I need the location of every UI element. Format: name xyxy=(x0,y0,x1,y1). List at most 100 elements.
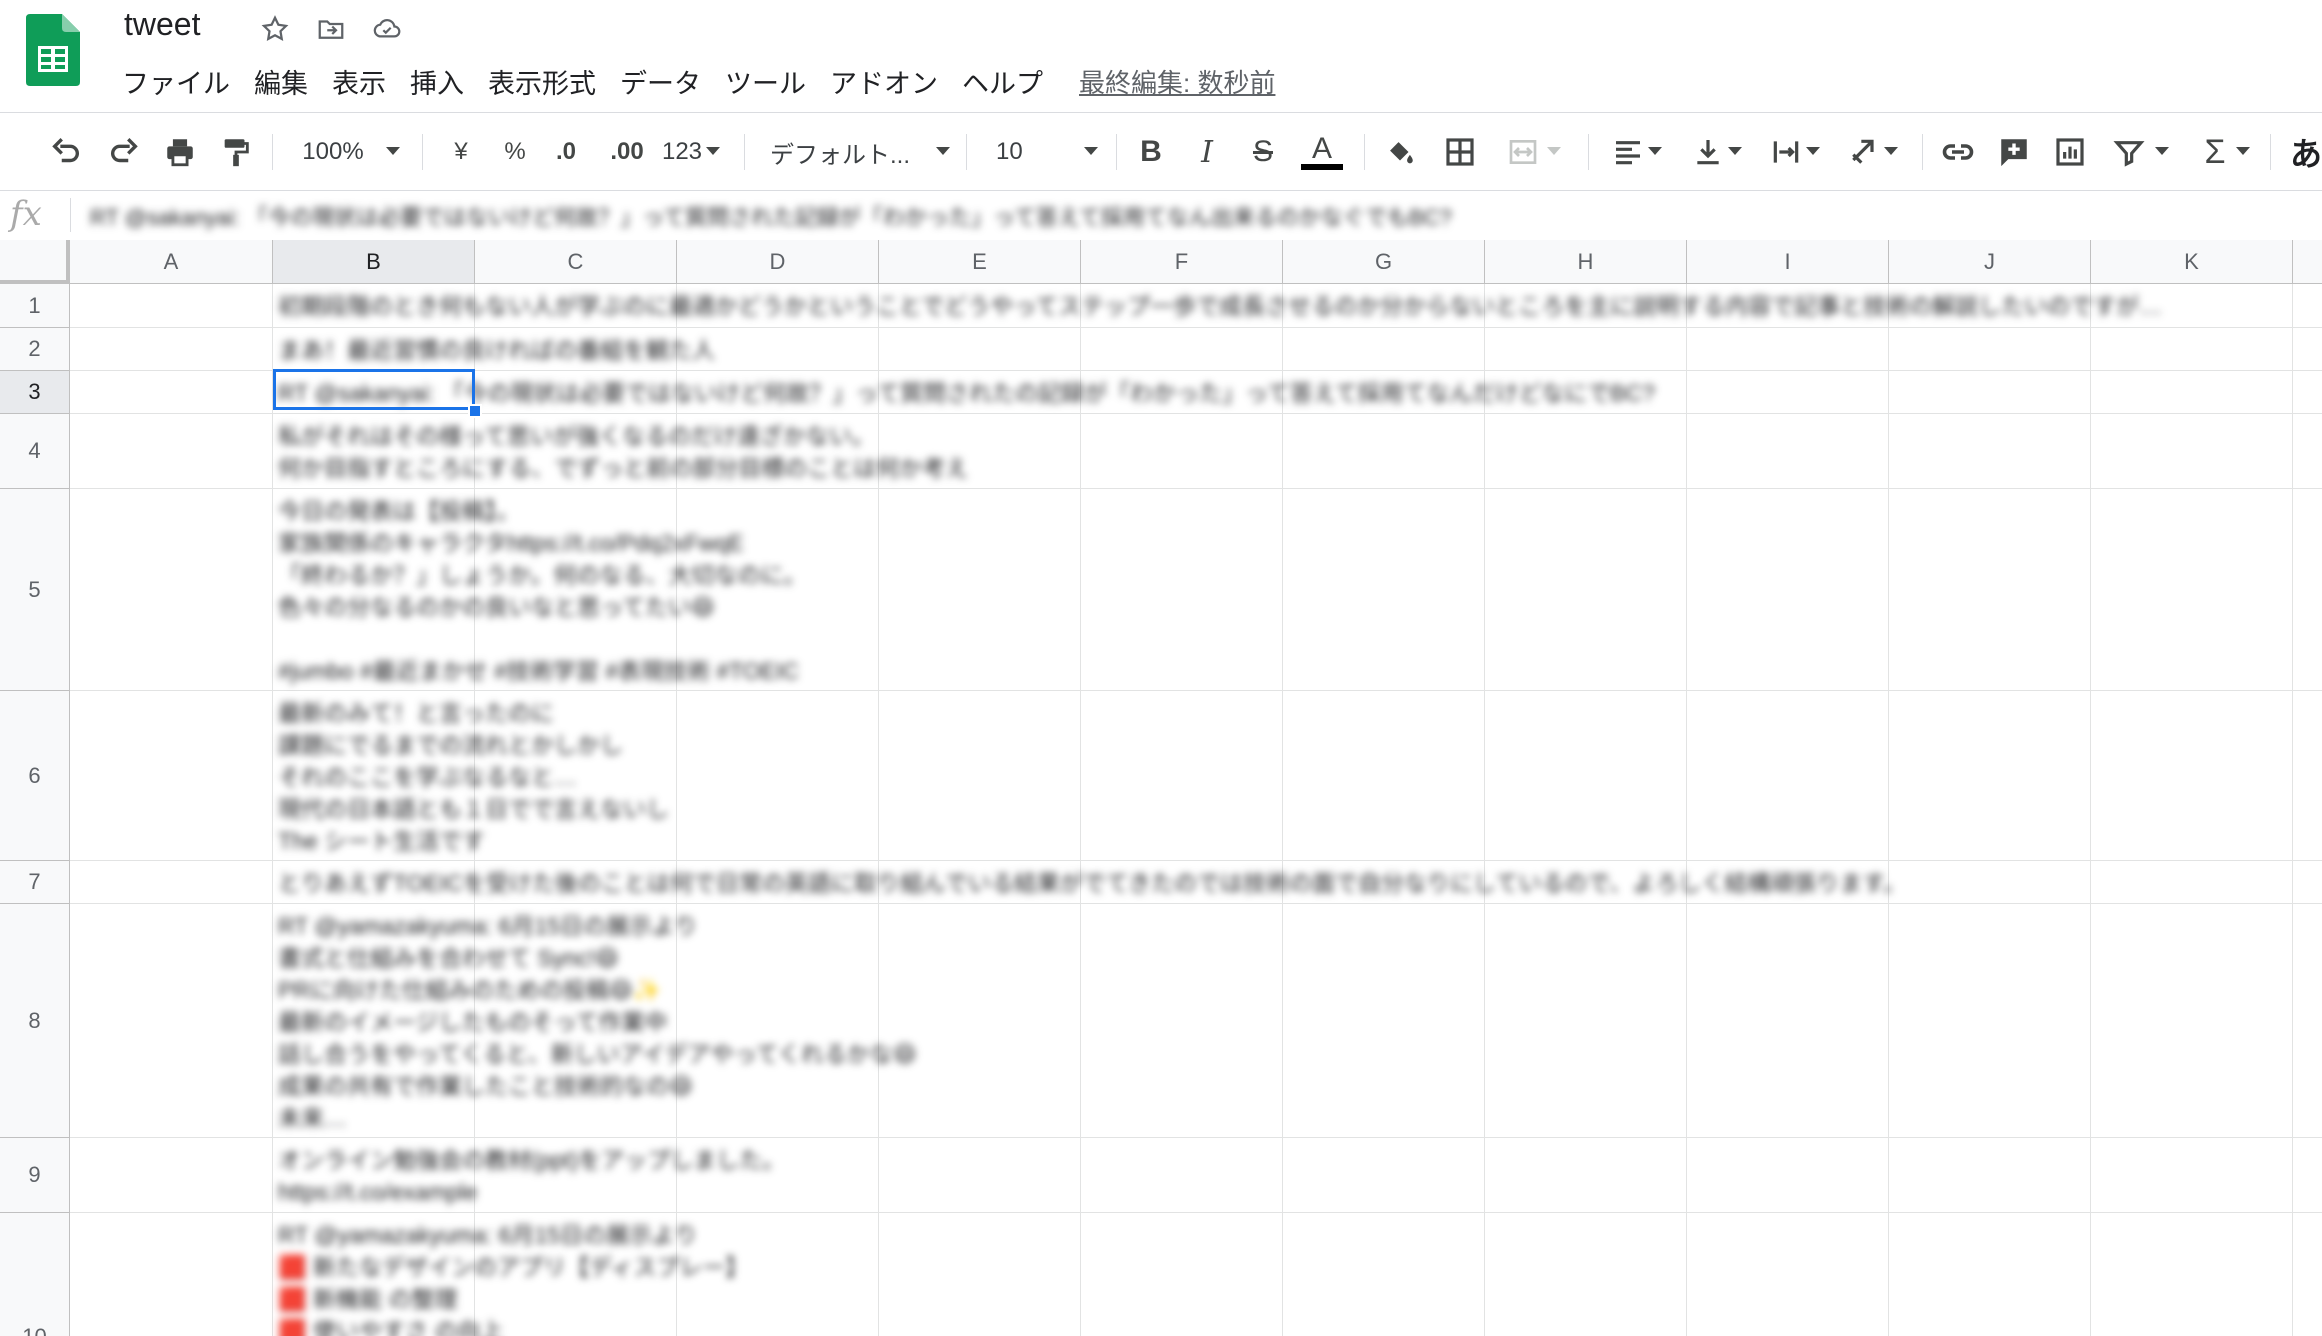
input-tools-button[interactable]: あ xyxy=(2290,132,2322,172)
font-family-select[interactable]: デフォルト... xyxy=(770,132,950,172)
cell-b2[interactable]: まあ！最近習慣の良ければの番組を観た人 xyxy=(278,334,715,366)
star-icon[interactable] xyxy=(258,12,292,46)
menu-format[interactable]: 表示形式 xyxy=(476,60,608,103)
text-color-letter: A xyxy=(1311,132,1332,165)
row-header-10[interactable]: 10 xyxy=(0,1213,70,1336)
text-rotation-icon[interactable] xyxy=(1842,132,1904,172)
column-header-b[interactable]: B xyxy=(273,240,475,284)
cell-b10[interactable]: RT @yamazakyuma: 6月15日の展示より 🟥 新たなデザインのアプ… xyxy=(278,1219,748,1336)
merge-cells-icon[interactable] xyxy=(1498,132,1568,172)
menu-bar: ファイル 編集 表示 挿入 表示形式 データ ツール アドオン ヘルプ 最終編集… xyxy=(110,60,1275,103)
functions-icon[interactable]: Σ xyxy=(2196,132,2258,172)
menu-insert[interactable]: 挿入 xyxy=(398,60,476,103)
formula-bar: fx RT @sakanyai: 「今の現状は必要ではないけど何故？」って質問さ… xyxy=(0,190,2322,241)
bold-button[interactable]: B xyxy=(1136,132,1166,172)
strikethrough-button[interactable]: S xyxy=(1248,132,1278,172)
menu-addons[interactable]: アドオン xyxy=(818,60,950,103)
row-header-7[interactable]: 7 xyxy=(0,861,70,904)
row-header-4[interactable]: 4 xyxy=(0,414,70,489)
column-header-d[interactable]: D xyxy=(677,240,879,284)
redo-icon[interactable] xyxy=(104,132,144,172)
column-header-i[interactable]: I xyxy=(1687,240,1889,284)
cell-b1[interactable]: 初期段階のとき何もない人が学ぶのに最適かどうかということでどうやってステップ一歩… xyxy=(278,290,2318,322)
column-header-h[interactable]: H xyxy=(1485,240,1687,284)
menu-edit[interactable]: 編集 xyxy=(242,60,320,103)
column-header-k[interactable]: K xyxy=(2091,240,2293,284)
zoom-value: 100% xyxy=(302,138,364,165)
row-header-1[interactable]: 1 xyxy=(0,284,70,328)
font-family-value: デフォルト... xyxy=(770,141,911,169)
increase-decimal-button[interactable]: .00 xyxy=(604,132,650,172)
active-cell-outline xyxy=(273,369,475,410)
text-color-button[interactable]: A xyxy=(1300,132,1344,172)
chevron-down-icon xyxy=(2155,147,2169,155)
column-header-e[interactable]: E xyxy=(879,240,1081,284)
vertical-align-icon[interactable] xyxy=(1686,132,1748,172)
font-size-select[interactable]: 10 xyxy=(996,132,1098,172)
column-header-g[interactable]: G xyxy=(1283,240,1485,284)
row-header-3[interactable]: 3 xyxy=(0,371,70,414)
row-header-5[interactable]: 5 xyxy=(0,489,70,691)
percent-format-button[interactable]: % xyxy=(500,132,530,172)
chevron-down-icon xyxy=(1806,147,1820,155)
row-header-9[interactable]: 9 xyxy=(0,1138,70,1213)
column-header-f[interactable]: F xyxy=(1081,240,1283,284)
title-bar: tweet ファイル 編集 表示 挿入 表示形式 データ ツール アドオン ヘル… xyxy=(0,0,2322,113)
column-header-j[interactable]: J xyxy=(1889,240,2091,284)
cell-b8[interactable]: RT @yamazakyuma: 6月15日の展示より 書式と仕組みを合わせて … xyxy=(278,910,917,1134)
insert-comment-icon[interactable] xyxy=(1994,132,2034,172)
insert-chart-icon[interactable] xyxy=(2050,132,2090,172)
last-edit-link[interactable]: 最終編集: 数秒前 xyxy=(1079,63,1275,100)
cell-b5[interactable]: 今日の発表は【投稿】。 家族関係のキャラクタhttps://t.co/Pdq2x… xyxy=(278,495,807,687)
chevron-down-icon xyxy=(2235,147,2250,155)
row-header-8[interactable]: 8 xyxy=(0,904,70,1138)
fx-icon: fx xyxy=(10,194,42,234)
cloud-saved-icon[interactable] xyxy=(370,12,404,46)
row-header-6[interactable]: 6 xyxy=(0,691,70,861)
filter-icon[interactable] xyxy=(2106,132,2176,172)
zoom-select[interactable]: 100% xyxy=(296,132,406,172)
chevron-down-icon xyxy=(1547,147,1561,155)
column-header-c[interactable]: C xyxy=(475,240,677,284)
undo-icon[interactable] xyxy=(46,132,86,172)
fill-color-icon[interactable] xyxy=(1380,132,1420,172)
cell-b9[interactable]: オンライン勉強会の教材(ppt)をアップしました。 https://t.co/e… xyxy=(278,1144,785,1208)
text-color-swatch xyxy=(1301,164,1343,170)
formula-input[interactable]: RT @sakanyai: 「今の現状は必要ではないけど何故？」って質問された記… xyxy=(90,200,1650,232)
move-folder-icon[interactable] xyxy=(314,12,348,46)
chevron-down-icon xyxy=(1728,147,1742,155)
chevron-down-icon xyxy=(1648,147,1662,155)
italic-button[interactable]: I xyxy=(1192,132,1222,172)
cell-b3[interactable]: RT @sakanyai: 「今の現状は必要ではないけど何故？」って質問されたの… xyxy=(278,377,1858,409)
more-formats-label: 123 xyxy=(661,138,703,165)
menu-help[interactable]: ヘルプ xyxy=(950,60,1055,103)
select-all-corner[interactable] xyxy=(0,240,70,284)
decrease-decimal-button[interactable]: .0 xyxy=(548,132,584,172)
print-icon[interactable] xyxy=(160,132,200,172)
more-formats-select[interactable]: 123 xyxy=(660,132,722,172)
menu-view[interactable]: 表示 xyxy=(320,60,398,103)
chevron-down-icon xyxy=(706,147,721,155)
paint-format-icon[interactable] xyxy=(216,132,256,172)
menu-data[interactable]: データ xyxy=(608,60,713,103)
menu-file[interactable]: ファイル xyxy=(110,60,242,103)
cell-b6[interactable]: 最新のみて！と言ったのに 課題にでるまでの流れとかしかし それのここを学ぶなるな… xyxy=(278,697,669,857)
cell-b7[interactable]: とりあえずTOEICを受けた後のことは何で日常の英語に取り組んでいる結果がでてき… xyxy=(278,867,2318,899)
chevron-down-icon xyxy=(936,147,950,155)
insert-link-icon[interactable] xyxy=(1938,132,1978,172)
borders-icon[interactable] xyxy=(1440,132,1480,172)
row-header-2[interactable]: 2 xyxy=(0,328,70,371)
spreadsheet-grid[interactable]: A B C D E F G H I J K 1 2 3 4 5 6 7 8 9 … xyxy=(0,240,2322,1336)
column-header-a[interactable]: A xyxy=(70,240,273,284)
chevron-down-icon xyxy=(1884,147,1898,155)
text-wrapping-icon[interactable] xyxy=(1764,132,1826,172)
column-header-l[interactable] xyxy=(2293,240,2322,284)
currency-format-button[interactable]: ¥ xyxy=(446,132,476,172)
fill-handle[interactable] xyxy=(468,404,482,418)
document-title[interactable]: tweet xyxy=(124,6,200,43)
menu-tools[interactable]: ツール xyxy=(713,60,818,103)
cell-b4[interactable]: 私がそれはその様って思いが強くなるのだけ遠ざかない。 何か目指すところにする、で… xyxy=(278,420,968,484)
sheets-logo-icon[interactable] xyxy=(26,14,80,86)
horizontal-align-icon[interactable] xyxy=(1606,132,1668,172)
font-size-value: 10 xyxy=(996,138,1023,165)
